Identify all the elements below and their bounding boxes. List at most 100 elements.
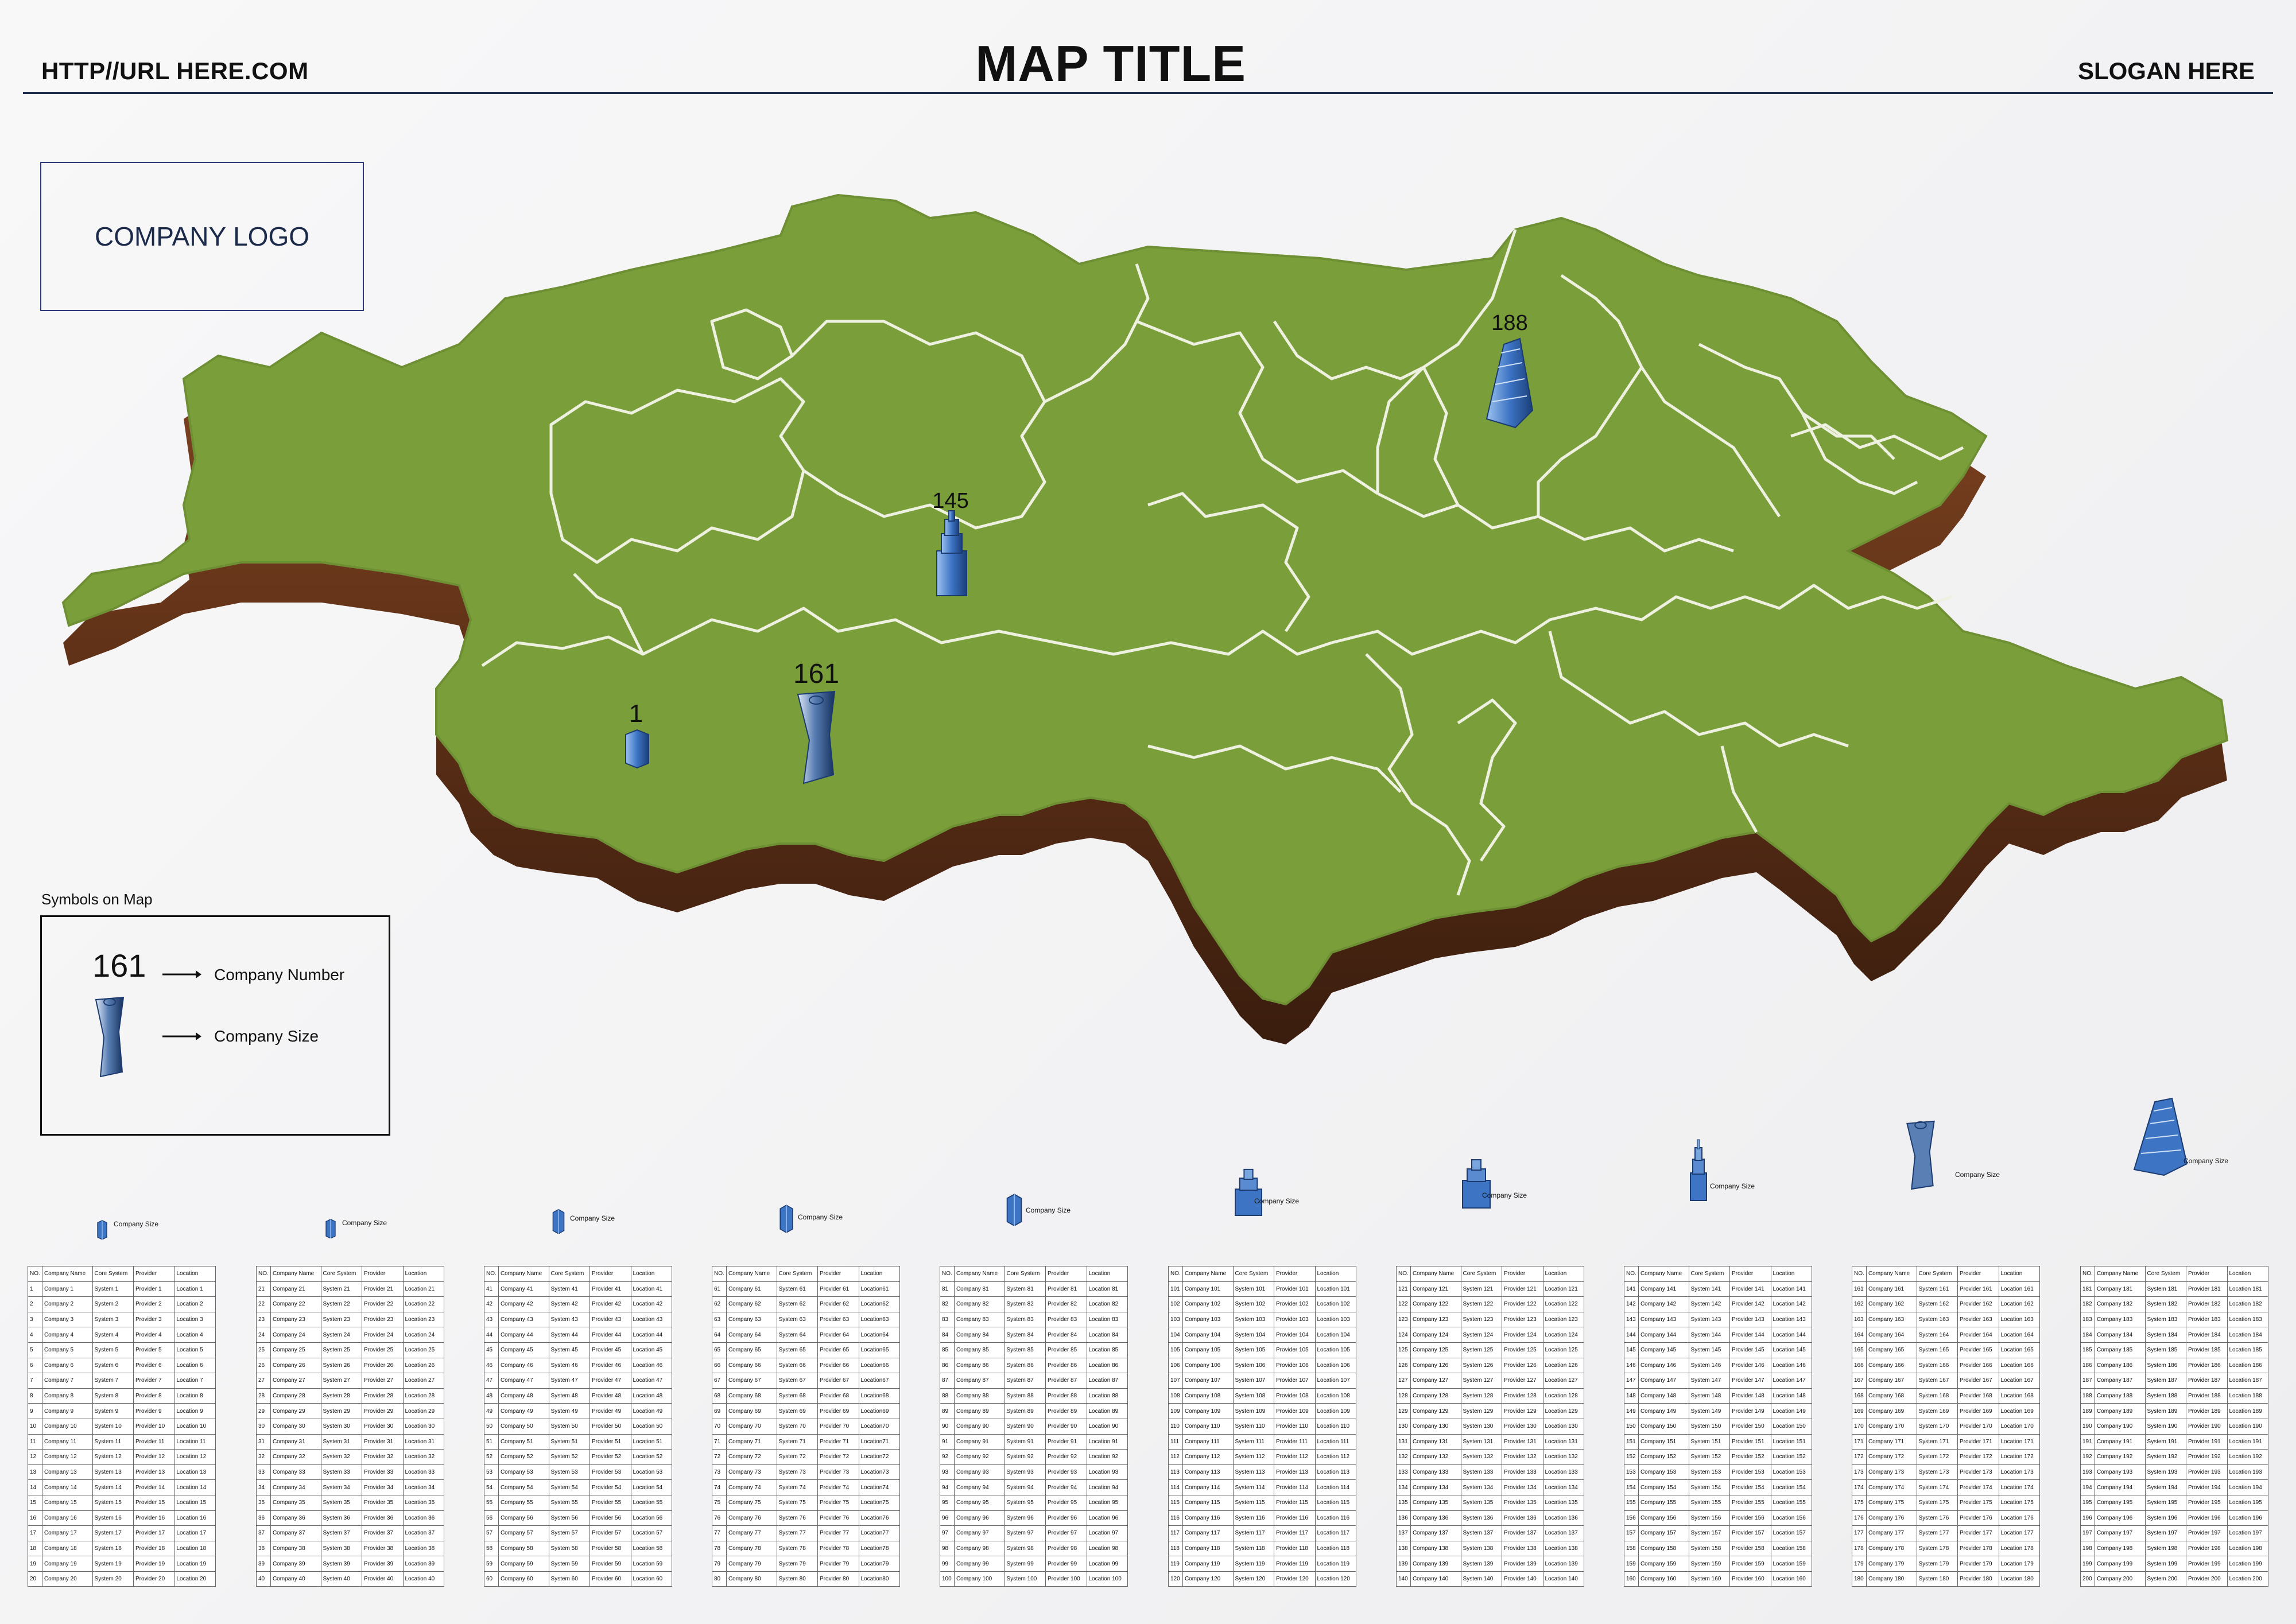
table-cell: 48 [484, 1388, 499, 1404]
table-cell: System 74 [776, 1479, 819, 1495]
table-cell: Location 200 [2227, 1571, 2268, 1587]
table-header-cell: Core System [1688, 1266, 1731, 1282]
table-row: 25 Company 25 System 25 Provider 25 Location… [256, 1342, 444, 1358]
table-cell: 173 [1852, 1464, 1867, 1481]
table-cell: Provider 102 [1274, 1296, 1316, 1312]
table-cell: 32 [256, 1449, 271, 1465]
table-cell: System 79 [776, 1556, 819, 1572]
table-cell: System 59 [548, 1556, 591, 1572]
table-cell: Company 23 [270, 1311, 321, 1328]
table-cell: System 118 [1232, 1540, 1275, 1557]
table-cell: System 106 [1232, 1357, 1275, 1374]
table-cell: Provider 133 [1502, 1464, 1543, 1481]
table-cell: 191 [2080, 1433, 2095, 1450]
table-cell: Location 49 [630, 1403, 672, 1419]
table-row: 103 Company 103 System 103 Provider 103 Loca… [1168, 1311, 1356, 1328]
company-size-label: Company Size [798, 1213, 843, 1221]
table-cell: 53 [484, 1464, 499, 1481]
table-cell: 72 [712, 1449, 727, 1465]
table-row: 137 Company 137 System 137 Provider 137 Loca… [1396, 1525, 1584, 1541]
table-cell: Company 61 [726, 1281, 777, 1297]
table-cell: 18 [28, 1540, 42, 1557]
table-cell: System 156 [1688, 1510, 1731, 1526]
table-cell: System 35 [320, 1494, 363, 1511]
table-row: 26 Company 26 System 26 Provider 26 Location… [256, 1357, 444, 1374]
table-cell: System 29 [320, 1403, 363, 1419]
table-cell: Company 47 [498, 1373, 549, 1389]
table-row: 126 Company 126 System 126 Provider 126 Loca… [1396, 1357, 1584, 1374]
table-cell: 187 [2080, 1373, 2095, 1389]
table-cell: 55 [484, 1494, 499, 1511]
table-cell: System 68 [776, 1388, 819, 1404]
table-cell: Location 112 [1314, 1449, 1356, 1465]
table-cell: 200 [2080, 1571, 2095, 1587]
arrow-right-icon [162, 970, 201, 978]
table-cell: 58 [484, 1540, 499, 1557]
table-cell: Location 114 [1314, 1479, 1356, 1495]
table-cell: Location 159 [1770, 1556, 1812, 1572]
table-row: 42 Company 42 System 42 Provider 42 Location… [484, 1296, 672, 1312]
table-cell: System 91 [1004, 1433, 1046, 1450]
office-block-icon [547, 1206, 570, 1237]
table-cell: 60 [484, 1571, 499, 1587]
table-cell: Provider 139 [1502, 1556, 1543, 1572]
table-row: 162 Company 162 System 162 Provider 162 Loca… [1852, 1296, 2040, 1312]
table-row: 30 Company 30 System 30 Provider 30 Location… [256, 1418, 444, 1435]
table-cell: Location 179 [1998, 1556, 2040, 1572]
table-cell: System 38 [320, 1540, 363, 1557]
table-cell: Location 123 [1542, 1311, 1584, 1328]
table-cell: 147 [1624, 1373, 1639, 1389]
table-cell: System 20 [92, 1571, 134, 1587]
table-cell: Location 4 [174, 1327, 216, 1343]
table-cell: Company 66 [726, 1357, 777, 1374]
table-cell: System 191 [2144, 1433, 2187, 1450]
table-cell: Provider 110 [1274, 1418, 1316, 1435]
table-cell: Company 19 [41, 1556, 93, 1572]
table-cell: System 85 [1004, 1342, 1046, 1358]
table-cell: Company 85 [953, 1342, 1005, 1358]
table-cell: System 136 [1460, 1510, 1503, 1526]
table-row: 111 Company 111 System 111 Provider 111 Loca… [1168, 1433, 1356, 1450]
table-cell: System 3 [92, 1311, 134, 1328]
table-cell: 124 [1396, 1327, 1411, 1343]
table-cell: Provider 81 [1045, 1281, 1087, 1297]
table-row: 78 Company 78 System 78 Provider 78 Location… [712, 1540, 900, 1557]
table-cell: System 130 [1460, 1418, 1503, 1435]
table-cell: Company 69 [726, 1403, 777, 1419]
table-cell: Company 6 [41, 1357, 93, 1374]
table-header-cell: NO. [484, 1266, 499, 1282]
table-cell: Company 169 [1865, 1403, 1917, 1419]
table-cell: Provider 165 [1957, 1342, 1999, 1358]
table-cell: Provider 138 [1502, 1540, 1543, 1557]
table-cell: Location 109 [1314, 1403, 1356, 1419]
table-row: 197 Company 197 System 197 Provider 197 Loca… [2080, 1525, 2268, 1541]
table-row: 133 Company 133 System 133 Provider 133 Loca… [1396, 1464, 1584, 1481]
table-cell: Location 16 [174, 1510, 216, 1526]
table-cell: 56 [484, 1510, 499, 1526]
table-row: 100 Company 100 System 100 Provider 100 Loca… [940, 1571, 1128, 1587]
table-row: 86 Company 86 System 86 Provider 86 Location… [940, 1357, 1128, 1374]
table-header-cell: Provider [1729, 1266, 1771, 1282]
table-cell: 157 [1624, 1525, 1639, 1541]
stepped-tower-icon [1231, 1167, 1266, 1219]
table-cell: System 120 [1232, 1571, 1275, 1587]
table-cell: Location 153 [1770, 1464, 1812, 1481]
table-cell: Location 167 [1998, 1373, 2040, 1389]
table-cell: Location 58 [630, 1540, 672, 1557]
table-cell: Provider 42 [589, 1296, 631, 1312]
table-cell: Company 15 [41, 1494, 93, 1511]
table-cell: Provider 88 [1045, 1388, 1087, 1404]
table-row: 65 Company 65 System 65 Provider 65 Location… [712, 1342, 900, 1358]
table-cell: System 65 [776, 1342, 819, 1358]
table-cell: Provider 126 [1502, 1357, 1543, 1374]
table-cell: Company 111 [1182, 1433, 1234, 1450]
table-row: 156 Company 156 System 156 Provider 156 Loca… [1624, 1510, 1812, 1526]
table-cell: System 185 [2144, 1342, 2187, 1358]
table-cell: Provider 27 [362, 1373, 404, 1389]
company-table: NO. Company Name Core System Provider Locati… [1396, 1266, 1584, 1587]
table-cell: Location 142 [1770, 1296, 1812, 1312]
legend-number: 161 [92, 947, 146, 984]
table-row: 166 Company 166 System 166 Provider 166 Loca… [1852, 1357, 2040, 1374]
table-header-cell: Core System [776, 1266, 819, 1282]
table-cell: Provider 129 [1502, 1403, 1543, 1419]
